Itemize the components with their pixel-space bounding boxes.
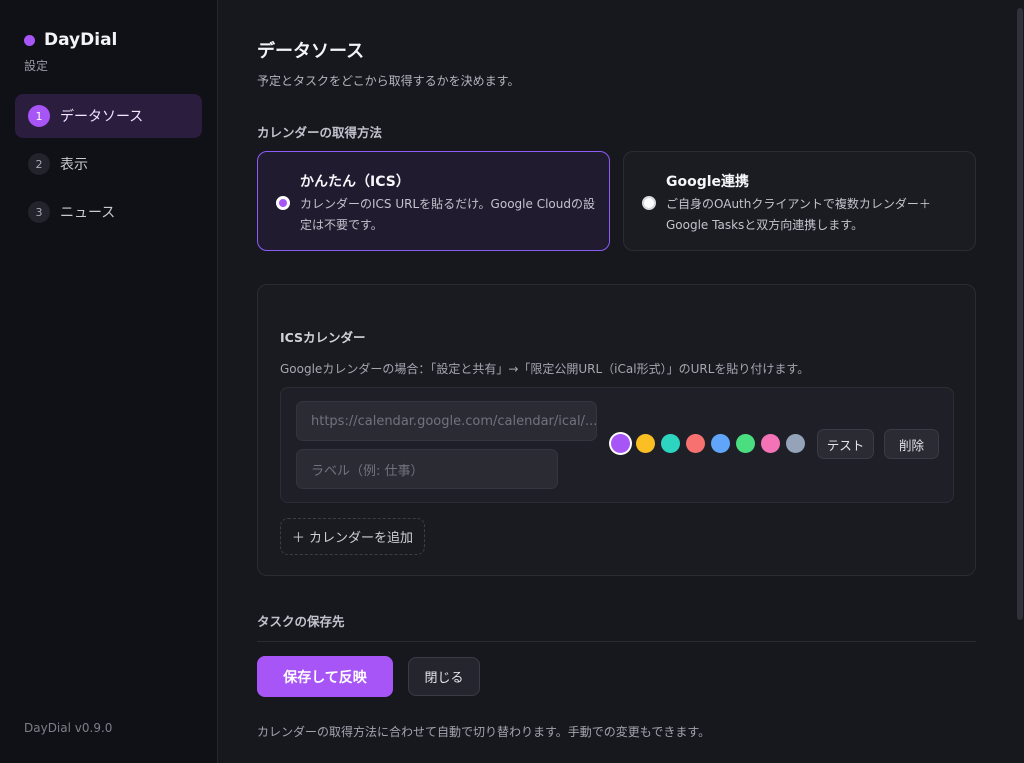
brand-name: DayDial bbox=[44, 30, 118, 50]
color-picker bbox=[611, 434, 811, 453]
page-description: 予定とタスクをどこから取得するかを決めます。 bbox=[257, 74, 520, 88]
save-button[interactable]: 保存して反映 bbox=[257, 656, 393, 697]
step-number: 1 bbox=[28, 105, 50, 127]
settings-window: DayDial 設定 1 データソース 2 表示 3 ニュース DayDial … bbox=[0, 0, 1024, 763]
color-swatch[interactable] bbox=[661, 434, 680, 453]
version-label: DayDial v0.9.0 bbox=[24, 721, 113, 735]
add-calendar-button[interactable]: ＋ カレンダーを追加 bbox=[280, 518, 425, 555]
calendar-method-label: カレンダーの取得方法 bbox=[257, 125, 383, 140]
delete-button[interactable]: 削除 bbox=[884, 429, 939, 459]
mode-description: ご自身のOAuthクライアントで複数カレンダー＋Google Tasksと双方向… bbox=[666, 197, 931, 232]
scrollbar[interactable] bbox=[1016, 0, 1024, 763]
color-swatch[interactable] bbox=[736, 434, 755, 453]
page-title: データソース bbox=[257, 41, 365, 62]
color-swatch[interactable] bbox=[636, 434, 655, 453]
mode-description: カレンダーのICS URLを貼るだけ。Google Cloudの設定は不要です。 bbox=[300, 197, 595, 232]
sidebar-item-data-source[interactable]: 1 データソース bbox=[15, 94, 202, 138]
close-button[interactable]: 閉じる bbox=[408, 657, 480, 696]
brand-dot-icon bbox=[24, 34, 35, 46]
test-button[interactable]: テスト bbox=[817, 429, 874, 459]
task-destination-label: タスクの保存先 bbox=[257, 614, 345, 629]
footer-note: カレンダーの取得方法に合わせて自動で切り替わります。手動での変更もできます。 bbox=[257, 725, 711, 739]
color-swatch[interactable] bbox=[786, 434, 805, 453]
calendar-entry-row: https://calendar.google.com/calendar/ica… bbox=[280, 387, 954, 503]
step-number: 2 bbox=[28, 153, 50, 175]
sidebar-item-label: 表示 bbox=[60, 157, 88, 173]
sidebar-item-display[interactable]: 2 表示 bbox=[15, 142, 202, 186]
color-swatch[interactable] bbox=[611, 434, 630, 453]
color-swatch[interactable] bbox=[761, 434, 780, 453]
sidebar: DayDial 設定 1 データソース 2 表示 3 ニュース DayDial … bbox=[0, 0, 218, 763]
sidebar-nav: 1 データソース 2 表示 3 ニュース bbox=[15, 94, 202, 238]
color-swatch[interactable] bbox=[686, 434, 705, 453]
ics-calendar-panel: ICSカレンダー Googleカレンダーの場合：「設定と共有」→「限定公開URL… bbox=[257, 284, 976, 576]
sidebar-subtitle: 設定 bbox=[24, 59, 49, 73]
mode-title: かんたん（ICS） bbox=[300, 174, 410, 190]
color-swatch[interactable] bbox=[711, 434, 730, 453]
scrollbar-thumb[interactable] bbox=[1017, 8, 1023, 620]
ics-url-input[interactable]: https://calendar.google.com/calendar/ica… bbox=[296, 401, 597, 441]
divider bbox=[257, 641, 976, 642]
ics-hint: Googleカレンダーの場合：「設定と共有」→「限定公開URL（iCal形式）」… bbox=[280, 362, 810, 376]
main-content: データソース 予定とタスクをどこから取得するかを決めます。 カレンダーの取得方法… bbox=[218, 0, 1024, 763]
sidebar-item-label: データソース bbox=[60, 109, 144, 125]
mode-card-google[interactable]: Google連携 ご自身のOAuthクライアントで複数カレンダー＋Google … bbox=[623, 151, 976, 251]
ics-radio[interactable] bbox=[276, 196, 290, 210]
google-radio[interactable] bbox=[642, 196, 656, 210]
step-number: 3 bbox=[28, 201, 50, 223]
calendar-label-input[interactable]: ラベル（例: 仕事） bbox=[296, 449, 558, 489]
sidebar-item-label: ニュース bbox=[60, 205, 116, 221]
sidebar-item-news[interactable]: 3 ニュース bbox=[15, 190, 202, 234]
ics-section-title: ICSカレンダー bbox=[280, 330, 366, 345]
brand: DayDial bbox=[24, 30, 117, 50]
mode-title: Google連携 bbox=[666, 174, 750, 190]
mode-card-ics[interactable]: かんたん（ICS） カレンダーのICS URLを貼るだけ。Google Clou… bbox=[257, 151, 610, 251]
